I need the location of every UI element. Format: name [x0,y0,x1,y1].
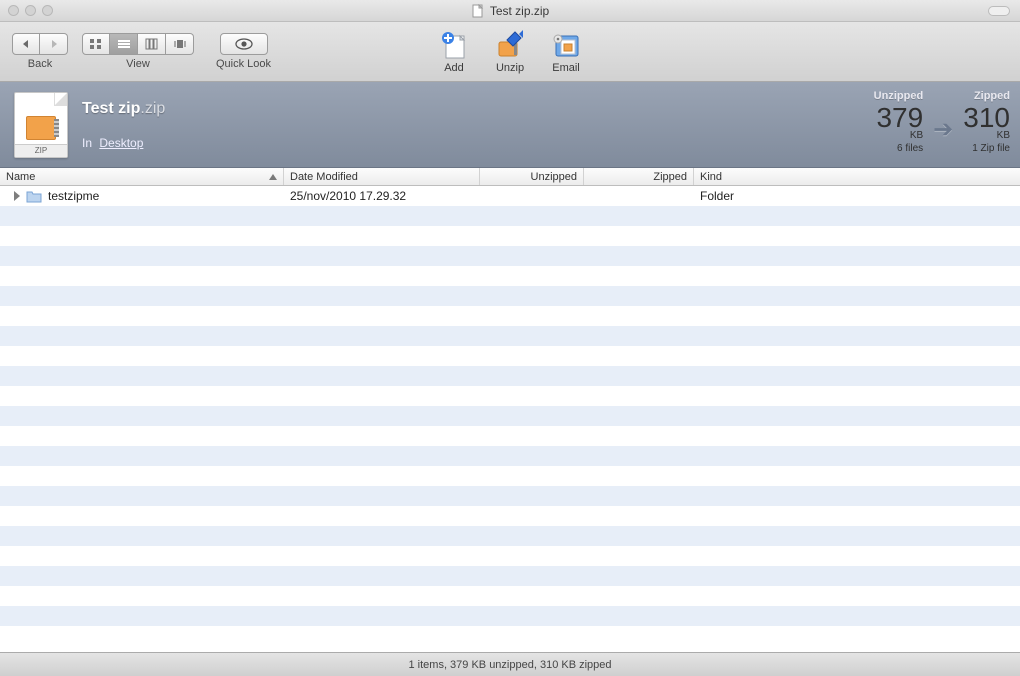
empty-row [0,526,1020,546]
col-zipped-header[interactable]: Zipped [584,168,694,185]
unzip-label: Unzip [496,62,524,74]
zipped-stat: Zipped 310 KB 1 Zip file [963,90,1010,154]
empty-row [0,306,1020,326]
location-prefix: In [82,136,92,150]
empty-row [0,326,1020,346]
email-label: Email [552,62,580,74]
view-group: View [82,33,194,70]
empty-row [0,546,1020,566]
col-date-header[interactable]: Date Modified [284,168,480,185]
col-date-label: Date Modified [290,171,358,183]
view-coverflow-button[interactable] [166,33,194,55]
titlebar: Test zip.zip [0,0,1020,22]
add-label: Add [444,62,464,74]
toolbar-toggle-button[interactable] [988,6,1010,16]
disclosure-triangle-icon[interactable] [14,191,20,201]
empty-row [0,586,1020,606]
unzipped-stat: Unzipped 379 KB 6 files [874,90,924,154]
empty-row [0,426,1020,446]
col-kind-label: Kind [700,171,722,183]
window-title: Test zip.zip [0,4,1020,18]
view-columns-button[interactable] [138,33,166,55]
zipped-stat-sub: 1 Zip file [972,143,1010,154]
empty-row [0,346,1020,366]
size-stats: Unzipped 379 KB 6 files ➔ Zipped 310 KB … [874,90,1010,154]
zip-badge: ZIP [15,144,67,157]
unzip-icon [493,30,527,60]
empty-row [0,486,1020,506]
quicklook-group: Quick Look [216,33,271,70]
file-ext: .zip [140,100,165,117]
view-list-button[interactable] [110,33,138,55]
add-icon [437,30,471,60]
zoom-window-button[interactable] [42,5,53,16]
window-title-text: Test zip.zip [490,4,549,18]
row-name: testzipme [48,189,99,203]
column-header: Name Date Modified Unzipped Zipped Kind [0,168,1020,186]
empty-row [0,286,1020,306]
empty-row [0,606,1020,626]
eye-icon [235,38,253,50]
zip-file-icon: ZIP [14,92,68,158]
empty-row [0,246,1020,266]
email-icon [549,30,583,60]
file-title: Test zip.zip [82,100,165,118]
file-list: testzipme 25/nov/2010 17.29.32 Folder [0,186,1020,652]
toolbar: Back View Quick Look [0,22,1020,82]
empty-row [0,406,1020,426]
file-info-header: ZIP Test zip.zip In Desktop Unzipped 379… [0,82,1020,168]
row-date: 25/nov/2010 17.29.32 [290,189,406,203]
zipped-stat-label: Zipped [974,90,1010,102]
empty-row [0,466,1020,486]
location-link[interactable]: Desktop [99,136,143,150]
unzipped-stat-unit: KB [910,130,923,141]
unzipped-stat-sub: 6 files [897,143,923,154]
document-icon [471,4,485,18]
view-icons-button[interactable] [82,33,110,55]
add-button[interactable]: Add [433,30,475,74]
col-unzipped-header[interactable]: Unzipped [480,168,584,185]
col-kind-header[interactable]: Kind [694,168,1020,185]
empty-row [0,386,1020,406]
empty-row [0,366,1020,386]
zipped-stat-unit: KB [997,130,1010,141]
quicklook-button[interactable] [220,33,268,55]
folder-icon [26,190,42,203]
empty-row [0,206,1020,226]
file-location: In Desktop [82,136,165,150]
back-group: Back [12,33,68,70]
view-label: View [126,58,150,70]
empty-row [0,626,1020,646]
file-basename: Test zip [82,100,140,117]
arrow-icon: ➔ [933,115,953,144]
window-controls [0,5,53,16]
minimize-window-button[interactable] [25,5,36,16]
email-button[interactable]: Email [545,30,587,74]
status-bar: 1 items, 379 KB unzipped, 310 KB zipped [0,652,1020,676]
zipped-stat-value: 310 [963,104,1010,132]
table-row[interactable]: testzipme 25/nov/2010 17.29.32 Folder [0,186,1020,206]
col-unzipped-label: Unzipped [531,171,577,183]
sort-ascending-icon [269,174,277,180]
row-kind: Folder [700,189,734,203]
back-button[interactable] [12,33,40,55]
close-window-button[interactable] [8,5,19,16]
back-label: Back [28,58,52,70]
empty-row [0,566,1020,586]
empty-row [0,266,1020,286]
center-actions: Add Unzip Email [433,30,587,74]
forward-button[interactable] [40,33,68,55]
unzipped-stat-label: Unzipped [874,90,924,102]
status-text: 1 items, 379 KB unzipped, 310 KB zipped [408,659,611,671]
quicklook-label: Quick Look [216,58,271,70]
empty-row [0,506,1020,526]
unzipped-stat-value: 379 [876,104,923,132]
col-zipped-label: Zipped [653,171,687,183]
empty-row [0,226,1020,246]
unzip-button[interactable]: Unzip [489,30,531,74]
empty-row [0,446,1020,466]
col-name-label: Name [6,171,35,183]
col-name-header[interactable]: Name [0,168,284,185]
